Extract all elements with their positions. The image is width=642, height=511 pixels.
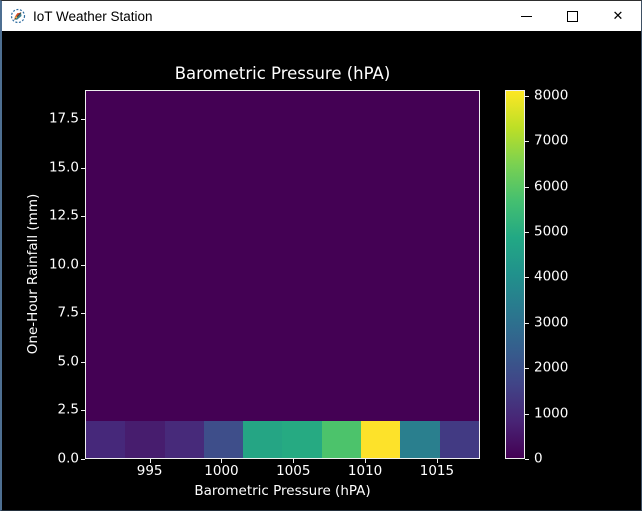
y-tick-label: 5.0: [2, 355, 79, 369]
y-tick-mark: [81, 168, 85, 169]
colorbar-tick-mark: [525, 232, 529, 233]
colorbar-tick-mark: [525, 459, 529, 460]
y-tick-mark: [81, 119, 85, 120]
heatmap-cell: [86, 421, 125, 458]
x-tick-label: 1005: [276, 465, 310, 479]
window-title: IoT Weather Station: [33, 9, 503, 24]
y-tick-label: 0.0: [2, 452, 79, 466]
y-tick-label: 10.0: [2, 258, 79, 272]
x-axis-label: Barometric Pressure (hPA): [85, 483, 480, 499]
maximize-button[interactable]: [549, 1, 595, 31]
heatmap-bottom-row: [86, 421, 479, 458]
minimize-icon: [521, 16, 532, 17]
maximize-icon: [567, 11, 578, 22]
colorbar-tick-mark: [525, 141, 529, 142]
colorbar-tick-mark: [525, 96, 529, 97]
y-tick-label: 12.5: [2, 209, 79, 223]
close-button[interactable]: ✕: [595, 1, 641, 31]
close-icon: ✕: [613, 10, 624, 23]
colorbar-tick-mark: [525, 323, 529, 324]
heatmap-plot-area: [85, 90, 480, 459]
y-tick-label: 2.5: [2, 404, 79, 418]
heatmap-cell: [125, 421, 164, 458]
y-tick-mark: [81, 313, 85, 314]
app-window: IoT Weather Station ✕ Barometric Pressur…: [0, 0, 642, 511]
y-tick-mark: [81, 216, 85, 217]
colorbar-tick-label: 6000: [534, 180, 568, 194]
heatmap-cell: [322, 421, 361, 458]
heatmap-cell: [165, 421, 204, 458]
tk-feather-icon: [10, 8, 26, 24]
colorbar-tick-label: 4000: [534, 271, 568, 285]
minimize-button[interactable]: [503, 1, 549, 31]
y-tick-mark: [81, 265, 85, 266]
chart-title: Barometric Pressure (hPA): [85, 64, 480, 84]
colorbar-tick-mark: [525, 368, 529, 369]
x-tick-label: 1010: [348, 465, 382, 479]
colorbar-tick-label: 0: [534, 452, 543, 466]
heatmap-cell: [440, 421, 479, 458]
window-controls: ✕: [503, 1, 641, 31]
colorbar-tick-label: 3000: [534, 316, 568, 330]
colorbar-tick-label: 8000: [534, 89, 568, 103]
colorbar-tick-label: 5000: [534, 225, 568, 239]
y-tick-mark: [81, 362, 85, 363]
colorbar: [505, 90, 525, 459]
x-tick-label: 1015: [420, 465, 454, 479]
heatmap-cell: [400, 421, 439, 458]
y-tick-mark: [81, 410, 85, 411]
x-tick-label: 995: [137, 465, 163, 479]
heatmap-cell: [243, 421, 282, 458]
colorbar-tick-label: 2000: [534, 361, 568, 375]
y-tick-label: 7.5: [2, 307, 79, 321]
colorbar-tick-mark: [525, 187, 529, 188]
y-tick-mark: [81, 459, 85, 460]
title-bar[interactable]: IoT Weather Station ✕: [2, 1, 641, 31]
heatmap-cell: [204, 421, 243, 458]
colorbar-tick-label: 7000: [534, 135, 568, 149]
heatmap-cell: [361, 421, 400, 458]
figure-canvas: Barometric Pressure (hPA) One-Hour Rainf…: [2, 31, 641, 510]
colorbar-tick-mark: [525, 277, 529, 278]
y-tick-label: 15.0: [2, 161, 79, 175]
y-tick-label: 17.5: [2, 112, 79, 126]
colorbar-tick-mark: [525, 414, 529, 415]
heatmap-cell: [282, 421, 321, 458]
colorbar-tick-label: 1000: [534, 407, 568, 421]
x-tick-label: 1000: [204, 465, 238, 479]
